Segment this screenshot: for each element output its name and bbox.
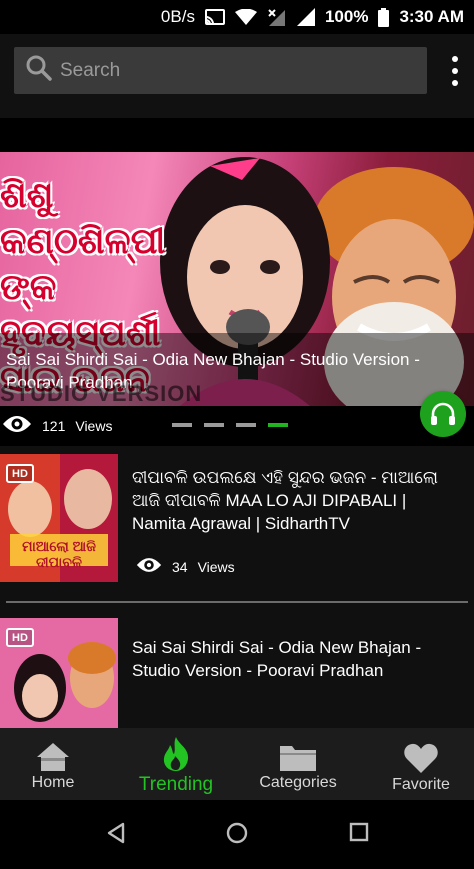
clock: 3:30 AM	[399, 7, 464, 26]
banner-views-count: 121	[42, 417, 66, 434]
banner-views: 121 Views	[2, 414, 112, 437]
video-views: 34 Views	[136, 556, 235, 577]
signal-icon	[296, 8, 315, 26]
battery-percent: 100%	[324, 7, 369, 26]
video-title[interactable]: Sai Sai Shirdi Sai - Odia New Bhajan - S…	[132, 636, 462, 682]
carousel-dot[interactable]	[172, 423, 192, 427]
audio-play-button[interactable]	[420, 391, 466, 437]
search-input[interactable]: Search	[14, 47, 427, 94]
video-title[interactable]: ଦୀପାବଳି ଉପଲକ୍ଷେ ଏହି ସୁନ୍ଦର ଭଜନ - ମାଆଲୋ ଆ…	[132, 466, 462, 535]
data-speed: 0B/s	[160, 7, 195, 26]
video-views-count: 34	[172, 558, 188, 575]
thumbnail-text: ମାଆଲୋ ଆଜି ଦୀପାବଳି	[22, 538, 96, 570]
list-item[interactable]: HD ମାଆଲୋ ଆଜି ଦୀପାବଳି ଦୀପାବଳି ଉପଲକ୍ଷେ ଏହି…	[0, 446, 474, 603]
list-divider	[6, 601, 468, 603]
cast-icon	[204, 9, 225, 25]
featured-banner[interactable]: ଶିଶୁ କଣ୍ଠଶିଳ୍ପୀ ଙ୍କ ହୃଦୟସ୍ପର୍ଶୀ ସାଇ ଭଜନ …	[0, 152, 474, 406]
more-options-icon[interactable]	[450, 56, 460, 86]
top-app-bar: Search	[0, 34, 474, 118]
video-views-label: Views	[197, 558, 235, 575]
nav-home-label: Home	[31, 774, 75, 791]
nav-trending[interactable]: Trending	[130, 728, 222, 800]
flame-icon	[163, 737, 189, 771]
nav-favorite-label: Favorite	[392, 776, 450, 793]
search-icon	[26, 55, 52, 86]
carousel-dot[interactable]	[236, 423, 256, 427]
carousel-dot[interactable]	[204, 423, 224, 427]
video-thumbnail[interactable]: HD	[0, 618, 118, 728]
status-bar: 0B/s 100% 3:30 AM	[0, 0, 474, 34]
list-item[interactable]: HD Sai Sai Shirdi Sai - Odia New Bhajan …	[0, 618, 474, 728]
banner-views-label: Views	[75, 417, 113, 434]
video-thumbnail[interactable]: HD ମାଆଲୋ ଆଜି ଦୀପାବଳି	[0, 454, 118, 582]
system-navigation-bar	[0, 800, 474, 869]
nav-favorite[interactable]: Favorite	[382, 728, 460, 800]
banner-watermark: STUDIO VERSION	[0, 381, 203, 406]
search-placeholder: Search	[60, 59, 121, 81]
nav-categories[interactable]: Categories	[252, 728, 344, 800]
hd-badge: HD	[6, 464, 34, 483]
eye-icon	[136, 556, 162, 577]
home-icon	[37, 743, 69, 771]
home-circle-icon[interactable]	[226, 822, 248, 849]
recents-icon[interactable]	[349, 822, 369, 847]
battery-icon	[378, 7, 390, 27]
heart-icon	[404, 743, 438, 773]
wifi-icon	[234, 9, 257, 25]
hd-badge: HD	[6, 628, 34, 647]
headphones-icon	[431, 402, 455, 425]
bottom-navigation: Home Trending Categories Favorite	[0, 728, 474, 800]
eye-icon	[2, 414, 32, 437]
no-signal-icon	[267, 8, 287, 26]
nav-home[interactable]: Home	[14, 728, 92, 800]
carousel-dot-active[interactable]	[268, 423, 288, 427]
nav-trending-label: Trending	[138, 774, 214, 795]
carousel-indicator[interactable]	[172, 423, 288, 427]
video-list: HD ମାଆଲୋ ଆଜି ଦୀପାବଳି ଦୀପାବଳି ଉପଲକ୍ଷେ ଏହି…	[0, 446, 474, 728]
nav-categories-label: Categories	[259, 774, 337, 791]
banner-meta: 121 Views	[0, 406, 474, 446]
folder-icon	[280, 746, 316, 771]
back-icon[interactable]	[106, 822, 126, 849]
